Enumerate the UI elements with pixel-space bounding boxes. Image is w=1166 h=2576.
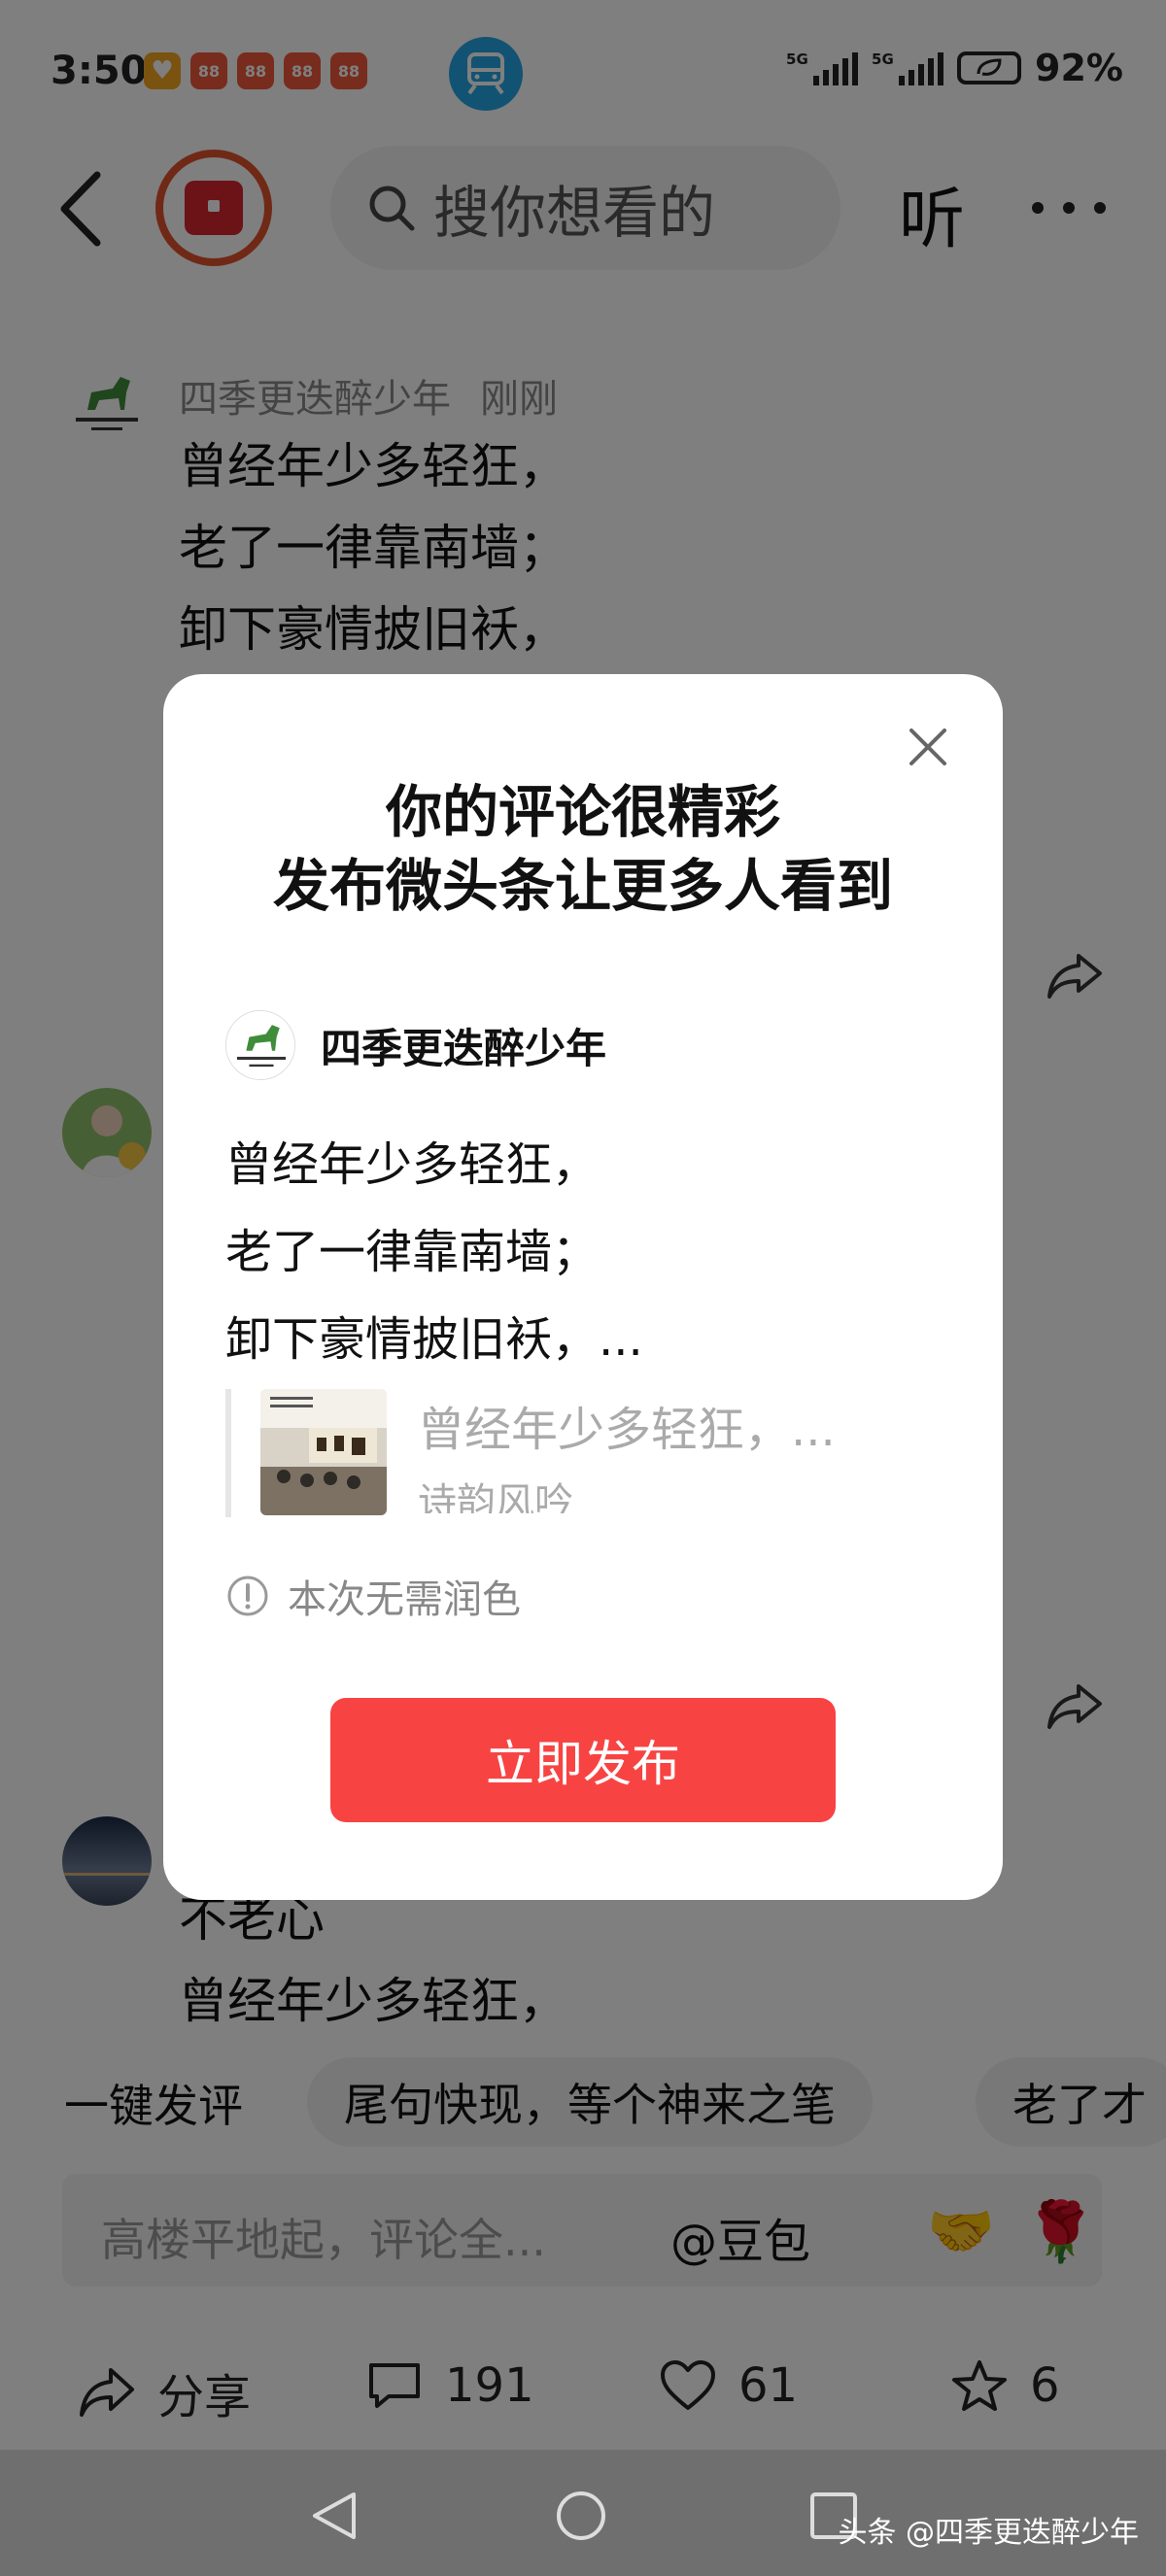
dialog-title: 你的评论很精彩 发布微头条让更多人看到 [163,775,1003,923]
close-icon[interactable] [904,723,952,771]
nav-home-icon[interactable] [554,2489,608,2547]
publish-button[interactable]: 立即发布 [330,1698,836,1822]
author-avatar [225,1010,295,1080]
dialog-line: 曾经年少多轻狂， [225,1137,600,1192]
dialog-title-line: 发布微头条让更多人看到 [272,853,893,919]
polish-note: 本次无需润色 [225,1568,521,1624]
system-nav-bar: 头条 @四季更迭醉少年 [0,2450,1166,2576]
dialog-line: 卸下豪情披旧袄，... [225,1312,643,1367]
info-icon [227,1576,268,1616]
dialog-title-line: 你的评论很精彩 [385,779,780,845]
author-name: 四季更迭醉少年 [321,1024,607,1072]
polish-note-text: 本次无需润色 [288,1577,521,1622]
publish-dialog: 你的评论很精彩 发布微头条让更多人看到 四季更迭醉少年 曾经年少多轻狂， 老了一… [163,674,1003,1900]
dialog-line: 老了一律靠南墙； [225,1225,600,1279]
watermark: 头条 @四季更迭醉少年 [838,2516,1139,2550]
quoted-post-source: 诗韵风吟 [418,1480,573,1513]
quoted-post[interactable]: 曾经年少多轻狂，... 诗韵风吟 [225,1389,906,1517]
dialog-author: 四季更迭醉少年 [225,1010,606,1080]
nav-back-icon[interactable] [307,2489,361,2547]
quoted-post-title: 曾经年少多轻狂，... [418,1403,836,1457]
dialog-comment-text: 曾经年少多轻狂， 老了一律靠南墙； 卸下豪情披旧袄，... [225,1121,643,1383]
quoted-post-thumbnail [260,1389,387,1515]
